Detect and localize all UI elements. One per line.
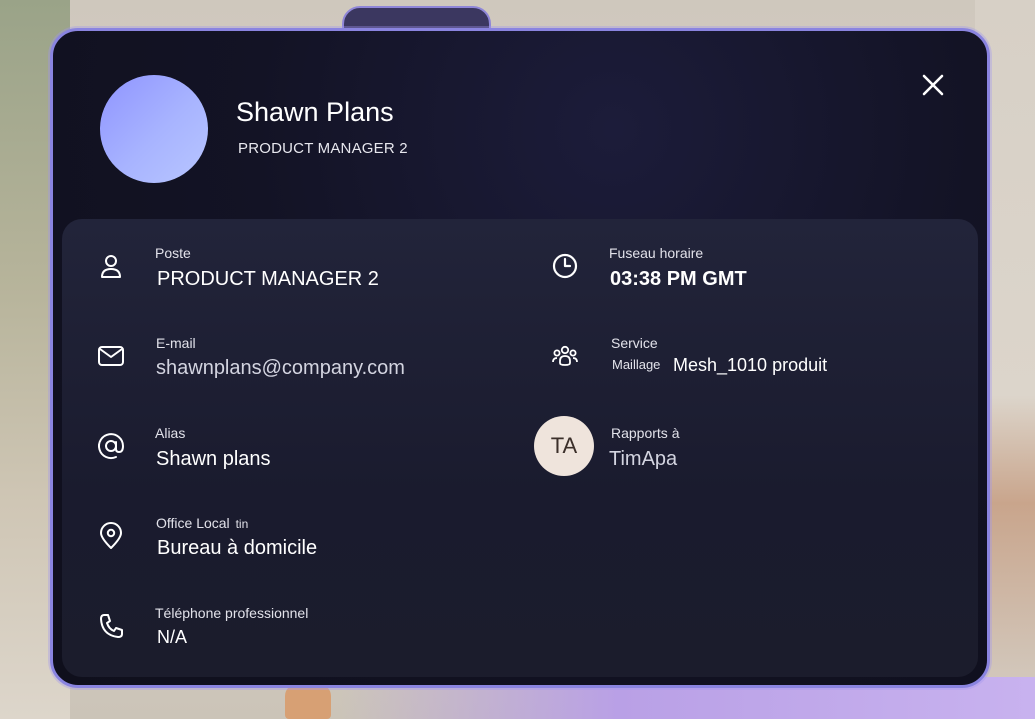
office-label-suffix: tin <box>235 517 249 531</box>
office-label-text: Office Local <box>156 515 230 531</box>
office-label: Office Local tin <box>156 515 248 531</box>
timezone-label: Fuseau horaire <box>609 245 704 261</box>
background-avatar-hand <box>285 684 331 719</box>
profile-title: PRODUCT MANAGER 2 <box>238 140 408 157</box>
alias-value: Shawn plans <box>156 448 271 470</box>
poste-label: Poste <box>155 245 191 261</box>
service-value: Mesh_1010 produit <box>673 355 828 375</box>
people-group-icon <box>550 341 580 371</box>
phone-label: Téléphone professionnel <box>155 605 309 621</box>
poste-value: PRODUCT MANAGER 2 <box>157 268 379 290</box>
profile-name: Shawn Plans <box>236 97 394 127</box>
phone-value: N/A <box>157 627 188 647</box>
phone-icon <box>96 611 126 641</box>
close-icon <box>922 74 944 96</box>
mail-icon <box>96 341 126 371</box>
clock-icon <box>550 251 580 281</box>
person-icon <box>96 251 126 281</box>
reports-to-value[interactable]: TimApa <box>609 448 677 471</box>
profile-card: Shawn Plans PRODUCT MANAGER 2 Poste PROD… <box>50 28 990 688</box>
close-button[interactable] <box>917 69 949 101</box>
location-pin-icon <box>96 521 126 551</box>
manager-avatar[interactable]: TA <box>534 416 594 476</box>
email-value[interactable]: shawnplans@company.com <box>156 357 405 380</box>
details-panel: Poste PRODUCT MANAGER 2 E-mail shawnplan… <box>62 219 978 677</box>
office-value: Bureau à domicile <box>157 537 318 559</box>
email-label: E-mail <box>156 335 196 351</box>
avatar <box>100 75 208 183</box>
service-sub-label: Maillage <box>612 357 661 372</box>
timezone-value: 03:38 PM GMT <box>610 268 747 290</box>
reports-to-label: Rapports à <box>611 425 680 441</box>
alias-label: Alias <box>155 425 186 441</box>
service-label: Service <box>611 335 658 351</box>
at-icon <box>96 431 126 461</box>
